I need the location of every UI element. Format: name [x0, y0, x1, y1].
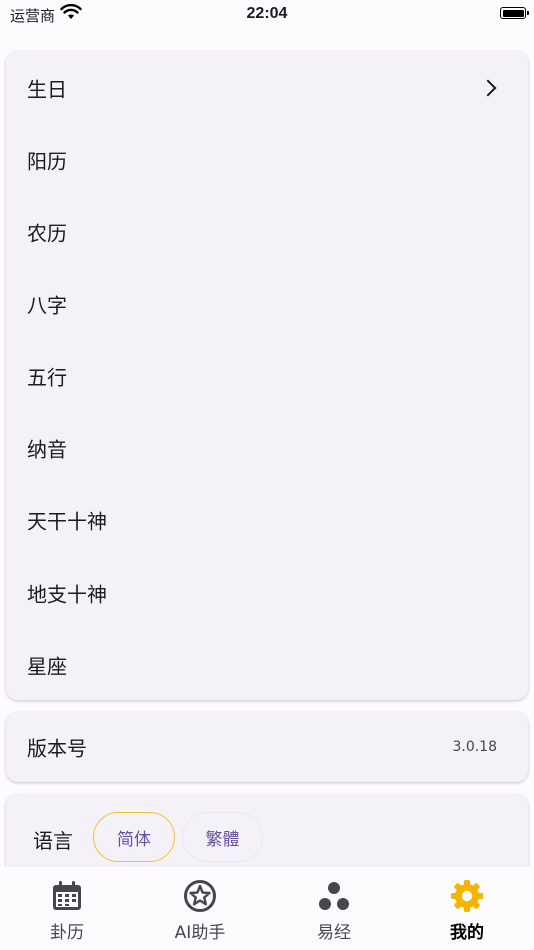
nav-label: 易经 — [317, 923, 351, 943]
language-option-traditional[interactable]: 繁體 — [182, 812, 263, 862]
row-label: 星座 — [27, 654, 67, 679]
gear-icon — [451, 880, 483, 912]
nav-item-mine[interactable]: 我的 — [407, 867, 527, 950]
row-label: 农历 — [27, 221, 67, 246]
battery-icon — [500, 7, 529, 19]
row-zodiac: 星座 — [6, 629, 528, 701]
row-label: 生日 — [27, 77, 67, 102]
row-label: 天干十神 — [27, 509, 107, 534]
version-label: 版本号 — [27, 736, 87, 761]
version-card: 版本号 3.0.18 — [6, 712, 528, 782]
row-label: 阳历 — [27, 149, 67, 174]
row-label: 纳音 — [27, 437, 67, 462]
chevron-right-icon — [479, 79, 497, 97]
nav-label: 我的 — [450, 923, 484, 943]
language-option-simplified[interactable]: 简体 — [93, 812, 175, 862]
nav-item-ai-assistant[interactable]: AI助手 — [140, 867, 260, 950]
clock: 22:04 — [246, 5, 288, 22]
row-five-elements: 五行 — [6, 340, 528, 412]
profile-info-card: 生日 阳历 农历 八字 五行 纳音 天干十神 地支十神 星座 — [6, 51, 528, 700]
nav-label: 卦历 — [50, 923, 84, 943]
nav-item-calendar[interactable]: 卦历 — [7, 867, 127, 950]
calendar-icon — [53, 881, 81, 910]
status-bar: 运营商 22:04 — [0, 0, 534, 30]
language-label: 语言 — [33, 829, 73, 853]
bottom-navigation: 卦历 AI助手 易经 我的 — [0, 867, 534, 950]
row-label: 八字 — [27, 293, 67, 318]
row-nayin: 纳音 — [6, 412, 528, 484]
row-solar-calendar: 阳历 — [6, 124, 528, 196]
row-label: 五行 — [27, 365, 67, 390]
row-label: 地支十神 — [27, 582, 107, 607]
row-birthday[interactable]: 生日 — [6, 52, 528, 124]
nav-label: AI助手 — [174, 923, 226, 943]
three-dots-icon — [319, 882, 349, 910]
row-bazi: 八字 — [6, 268, 528, 340]
version-value: 3.0.18 — [452, 739, 497, 755]
star-badge-icon — [184, 880, 216, 912]
row-heavenly-stem-gods: 天干十神 — [6, 484, 528, 556]
row-lunar-calendar: 农历 — [6, 196, 528, 268]
row-earthly-branch-gods: 地支十神 — [6, 557, 528, 629]
nav-item-yijing[interactable]: 易经 — [274, 867, 394, 950]
